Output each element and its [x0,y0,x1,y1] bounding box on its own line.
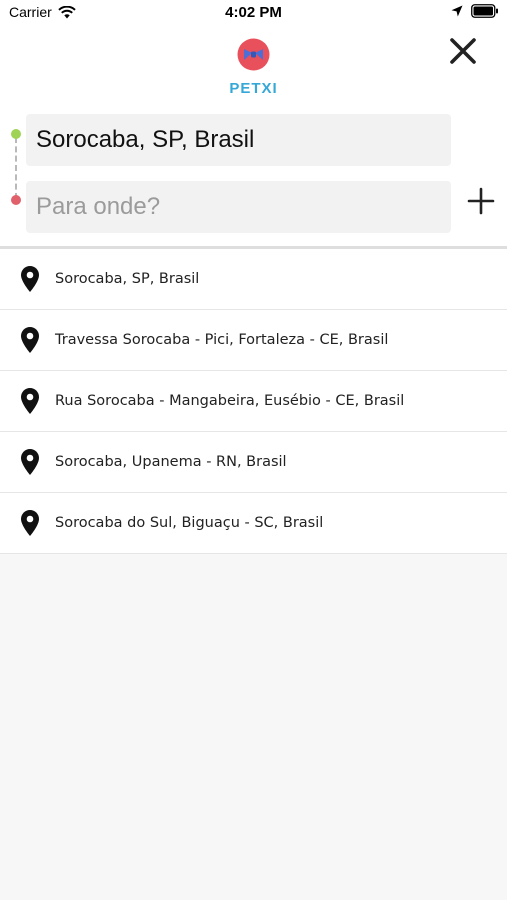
list-item-label: Sorocaba, SP, Brasil [55,271,200,287]
list-item-label: Travessa Sorocaba - Pici, Fortaleza - CE… [55,332,389,348]
list-item-label: Sorocaba do Sul, Biguaçu - SC, Brasil [55,515,324,531]
destination-input[interactable] [26,181,451,233]
list-item[interactable]: Sorocaba, Upanema - RN, Brasil [0,432,507,493]
plus-icon[interactable] [467,187,495,215]
location-arrow-icon [451,5,463,17]
brand-name: PETXI [229,80,278,97]
origin-input[interactable] [26,114,451,166]
list-item[interactable]: Travessa Sorocaba - Pici, Fortaleza - CE… [0,310,507,371]
list-item[interactable]: Rua Sorocaba - Mangabeira, Eusébio - CE,… [0,371,507,432]
list-item[interactable]: Sorocaba do Sul, Biguaçu - SC, Brasil [0,493,507,554]
petxi-logo-icon [237,38,270,71]
status-time: 4:02 PM [225,4,282,21]
battery-icon [471,4,498,18]
suggestion-list: Sorocaba, SP, Brasil Travessa Sorocaba -… [0,249,507,554]
map-pin-icon [21,510,39,536]
status-right [451,4,499,18]
map-pin-icon [21,449,39,475]
map-pin-icon [21,266,39,292]
route-connector-line [15,137,17,199]
destination-dot-icon [11,195,21,205]
list-item-label: Sorocaba, Upanema - RN, Brasil [55,454,287,470]
map-pin-icon [21,388,39,414]
list-item-label: Rua Sorocaba - Mangabeira, Eusébio - CE,… [55,393,405,409]
list-item[interactable]: Sorocaba, SP, Brasil [0,249,507,310]
map-pin-icon [21,327,39,353]
origin-dot-icon [11,129,21,139]
close-icon[interactable] [446,34,480,68]
